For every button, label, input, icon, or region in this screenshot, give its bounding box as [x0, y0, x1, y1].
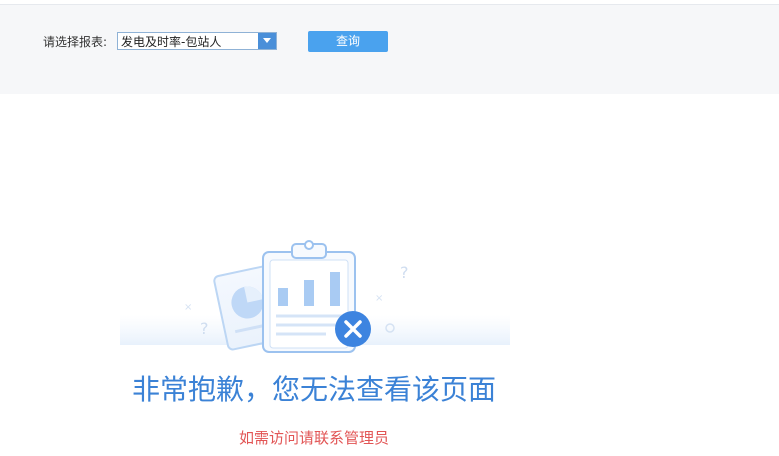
report-select[interactable]: 发电及时率-包站人 — [117, 32, 277, 50]
query-button[interactable]: 查询 — [308, 31, 388, 52]
report-select-label: 请选择报表: — [43, 35, 108, 49]
svg-text:×: × — [375, 293, 383, 304]
svg-text:×: × — [184, 302, 192, 313]
report-select-value: 发电及时率-包站人 — [121, 35, 222, 49]
chevron-down-icon[interactable] — [258, 33, 276, 49]
error-subtitle: 如需访问请联系管理员 — [238, 429, 389, 447]
forbidden-report-illustration: ? ? × × — [120, 230, 510, 355]
error-title: 非常抱歉，您无法查看该页面 — [131, 373, 496, 406]
svg-text:?: ? — [400, 263, 409, 282]
svg-text:?: ? — [200, 319, 209, 338]
close-circle-icon — [335, 311, 371, 347]
